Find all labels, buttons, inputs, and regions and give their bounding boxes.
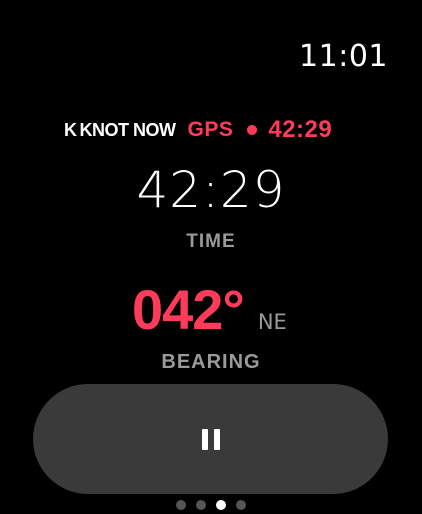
bearing-readout: 042° NE [132,280,287,340]
time-label: TIME [186,231,236,252]
time-value: 42:29 [136,161,286,219]
gps-indicator: GPS [187,118,234,141]
elapsed-timer: 42:29 [268,116,333,143]
pause-icon [201,428,220,450]
system-clock: 11:01 [299,39,388,74]
page-dot[interactable] [176,500,186,510]
brand-name: KNOT NOW [79,119,176,140]
workout-status-bar: K KNOT NOW GPS 42:29 [64,114,332,146]
page-dot[interactable] [236,500,246,510]
page-dot[interactable] [196,500,206,510]
pause-button[interactable] [33,384,388,494]
brand-logo-mark: K [64,119,77,140]
recording-dot-icon [247,125,258,135]
bearing-label: BEARING [161,351,261,373]
page-dot[interactable] [216,500,226,510]
bearing-direction: NE [257,310,287,334]
page-indicator [0,500,422,510]
bearing-value: 042° [132,278,245,341]
app-brand: K KNOT NOW [64,119,176,141]
